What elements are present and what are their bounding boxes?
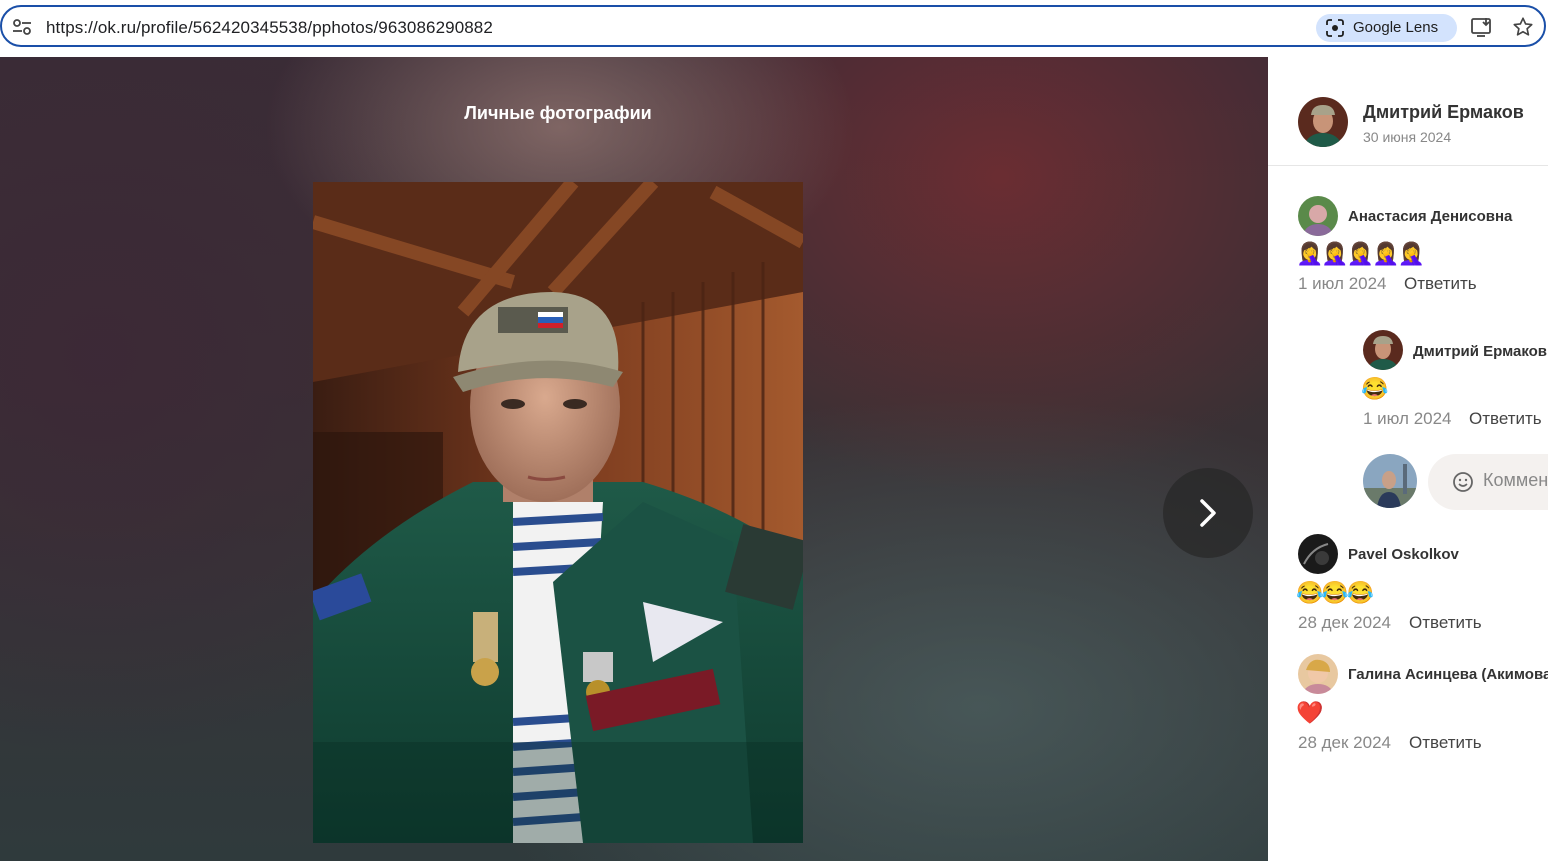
tune-icon[interactable] — [12, 18, 32, 36]
chevron-right-icon — [1200, 499, 1216, 527]
url-text[interactable]: https://ok.ru/profile/562420345538/pphot… — [46, 18, 493, 38]
commenter-avatar[interactable] — [1298, 654, 1338, 694]
commenter-avatar[interactable] — [1298, 196, 1338, 236]
commenter-avatar[interactable] — [1363, 330, 1403, 370]
profile-photo[interactable] — [313, 182, 803, 843]
comment-text: 🤦‍♀️🤦‍♀️🤦‍♀️🤦‍♀️🤦‍♀️ — [1296, 241, 1425, 266]
comment-text: 😂😂😂 — [1296, 580, 1374, 605]
header-divider — [1268, 165, 1548, 166]
next-photo-button[interactable] — [1163, 468, 1253, 558]
star-icon[interactable] — [1512, 16, 1534, 38]
commenter-name[interactable]: Pavel Oskolkov — [1348, 546, 1459, 563]
comment-date: 1 июл 2024 — [1363, 409, 1452, 428]
comment-date: 28 дек 2024 — [1298, 613, 1391, 632]
comment-text: 😂 — [1361, 376, 1388, 401]
reply-button[interactable]: Ответить — [1409, 733, 1482, 753]
google-lens-button[interactable]: Google Lens — [1316, 14, 1457, 42]
reply-button[interactable]: Ответить — [1404, 274, 1477, 294]
commenter-name[interactable]: Галина Асинцева (Акимова) — [1348, 666, 1548, 683]
comment-text: ❤️ — [1296, 700, 1323, 725]
commenter-avatar[interactable] — [1298, 534, 1338, 574]
commenter-name[interactable]: Дмитрий Ермаков — [1413, 343, 1547, 360]
reply-button[interactable]: Ответить — [1409, 613, 1482, 633]
post-author-name[interactable]: Дмитрий Ермаков — [1363, 102, 1524, 123]
install-app-icon[interactable] — [1471, 17, 1493, 37]
current-user-avatar — [1363, 454, 1417, 508]
comment-placeholder: Комментарий — [1483, 470, 1548, 490]
browser-toolbar: https://ok.ru/profile/562420345538/pphot… — [0, 0, 1548, 57]
reply-button[interactable]: Ответить — [1469, 409, 1542, 429]
post-date: 30 июня 2024 — [1363, 129, 1452, 145]
google-lens-label: Google Lens — [1353, 19, 1439, 36]
album-title: Личные фотографии — [464, 103, 652, 123]
comment-input[interactable]: Комментарий — [1428, 454, 1548, 510]
google-lens-icon — [1326, 19, 1344, 37]
photo-illustration — [313, 182, 803, 843]
smile-icon[interactable] — [1452, 471, 1474, 493]
photo-viewer: Личные фотографии — [0, 57, 1268, 861]
comment-date: 28 дек 2024 — [1298, 733, 1391, 752]
comment-date: 1 июл 2024 — [1298, 274, 1387, 293]
commenter-name[interactable]: Анастасия Денисовна — [1348, 208, 1512, 225]
author-avatar[interactable] — [1298, 97, 1348, 147]
comments-sidebar: Дмитрий Ермаков 30 июня 2024 Анастасия Д… — [1268, 57, 1548, 861]
address-bar[interactable]: https://ok.ru/profile/562420345538/pphot… — [0, 5, 1546, 47]
